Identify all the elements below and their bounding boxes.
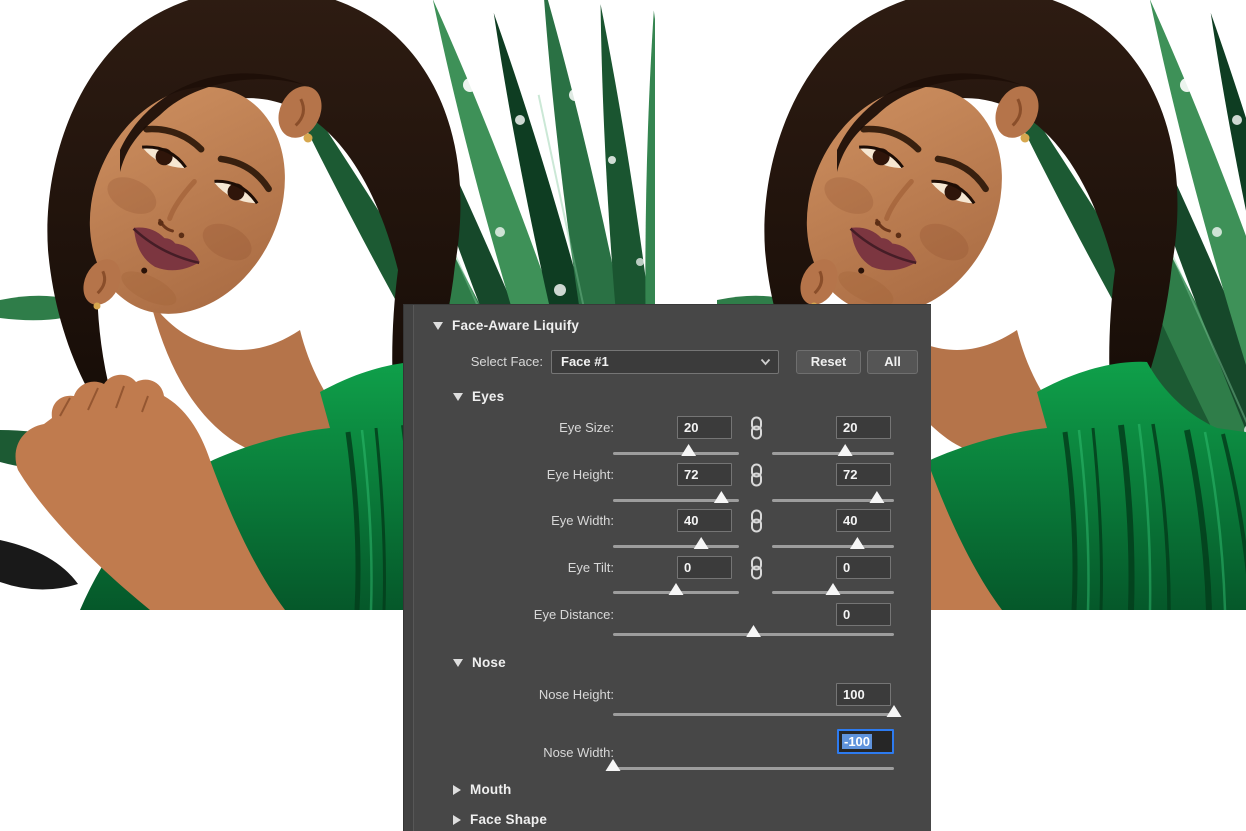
value-field[interactable]: 100 xyxy=(836,683,891,706)
link-icon[interactable] xyxy=(749,463,764,487)
slider-track[interactable] xyxy=(613,713,894,716)
slider-row-eye-width: Eye Width: 40 40 xyxy=(404,509,932,559)
slider-row-eye-height: Eye Height: 72 72 xyxy=(404,463,932,513)
link-icon[interactable] xyxy=(749,416,764,440)
slider-track[interactable] xyxy=(613,633,894,636)
slider-track[interactable] xyxy=(772,591,894,594)
slider-track[interactable] xyxy=(613,591,739,594)
slider-row-nose-height: Nose Height: 100 xyxy=(404,683,932,733)
reset-button[interactable]: Reset xyxy=(796,350,861,374)
slider-track[interactable] xyxy=(613,499,739,502)
slider-thumb[interactable] xyxy=(669,583,684,595)
slider-thumb[interactable] xyxy=(838,444,853,456)
section-face-shape-label: Face Shape xyxy=(470,812,547,827)
slider-label: Eye Tilt: xyxy=(424,556,614,579)
slider-track[interactable] xyxy=(613,452,739,455)
panel-title: Face-Aware Liquify xyxy=(452,318,579,333)
selected-value-text: -100 xyxy=(842,734,872,749)
slider-thumb[interactable] xyxy=(869,491,884,503)
slider-row-nose-width: Nose Width: -100 xyxy=(404,730,932,780)
value-field-left[interactable]: 40 xyxy=(677,509,732,532)
slider-track[interactable] xyxy=(613,545,739,548)
link-icon[interactable] xyxy=(749,509,764,533)
section-eyes-label: Eyes xyxy=(472,389,504,404)
slider-thumb[interactable] xyxy=(850,537,865,549)
section-mouth-label: Mouth xyxy=(470,782,511,797)
select-face-value: Face #1 xyxy=(561,354,609,369)
disclosure-triangle-icon xyxy=(453,785,461,795)
value-field-right[interactable]: 20 xyxy=(836,416,891,439)
disclosure-triangle-icon xyxy=(453,815,461,825)
value-field-right[interactable]: 72 xyxy=(836,463,891,486)
link-icon[interactable] xyxy=(749,556,764,580)
slider-row-eye-size: Eye Size: 20 20 xyxy=(404,416,932,466)
section-face-shape[interactable]: Face Shape xyxy=(453,812,547,827)
slider-thumb[interactable] xyxy=(887,705,902,717)
value-field-right[interactable]: 40 xyxy=(836,509,891,532)
slider-row-eye-distance: Eye Distance: 0 xyxy=(404,603,932,653)
slider-thumb[interactable] xyxy=(681,444,696,456)
slider-label: Eye Distance: xyxy=(424,603,614,626)
value-field-left[interactable]: 20 xyxy=(677,416,732,439)
slider-thumb[interactable] xyxy=(826,583,841,595)
value-field[interactable]: 0 xyxy=(836,603,891,626)
slider-label: Nose Width: xyxy=(424,741,614,764)
disclosure-triangle-icon xyxy=(433,322,443,330)
slider-track[interactable] xyxy=(772,452,894,455)
chevron-down-icon xyxy=(760,358,771,366)
slider-label: Nose Height: xyxy=(424,683,614,706)
section-nose-label: Nose xyxy=(472,655,506,670)
value-field-right[interactable]: 0 xyxy=(836,556,891,579)
disclosure-triangle-icon xyxy=(453,659,463,667)
face-aware-liquify-panel: Face-Aware Liquify Select Face: Face #1 … xyxy=(403,304,931,831)
slider-track[interactable] xyxy=(772,499,894,502)
slider-label: Eye Height: xyxy=(424,463,614,486)
slider-label: Eye Size: xyxy=(424,416,614,439)
value-field-left[interactable]: 0 xyxy=(677,556,732,579)
select-face-dropdown[interactable]: Face #1 xyxy=(551,350,779,374)
value-field-left[interactable]: 72 xyxy=(677,463,732,486)
value-field-selected[interactable]: -100 xyxy=(837,729,894,754)
screenshot-stage: Face-Aware Liquify Select Face: Face #1 … xyxy=(0,0,1246,831)
select-face-label: Select Face: xyxy=(434,350,543,374)
all-button[interactable]: All xyxy=(867,350,918,374)
slider-thumb[interactable] xyxy=(694,537,709,549)
slider-row-eye-tilt: Eye Tilt: 0 0 xyxy=(404,556,932,606)
slider-track[interactable] xyxy=(613,767,894,770)
slider-thumb[interactable] xyxy=(746,625,761,637)
disclosure-triangle-icon xyxy=(453,393,463,401)
slider-thumb[interactable] xyxy=(714,491,729,503)
section-mouth[interactable]: Mouth xyxy=(453,782,511,797)
slider-label: Eye Width: xyxy=(424,509,614,532)
panel-title-row[interactable]: Face-Aware Liquify xyxy=(433,318,579,333)
slider-track[interactable] xyxy=(772,545,894,548)
section-eyes[interactable]: Eyes xyxy=(453,389,504,404)
section-nose[interactable]: Nose xyxy=(453,655,506,670)
